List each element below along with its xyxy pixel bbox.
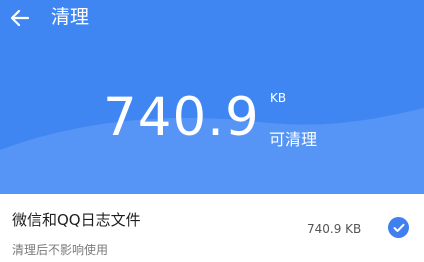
list-item-title: 微信和QQ日志文件 bbox=[12, 211, 141, 229]
page-title: 清理 bbox=[51, 6, 90, 28]
back-button[interactable] bbox=[6, 4, 34, 32]
list-item-size: 740.9 KB bbox=[307, 222, 362, 236]
list-item-subtitle: 清理后不影响使用 bbox=[12, 243, 109, 257]
cleanable-label: 可清理 bbox=[269, 130, 318, 149]
arrow-left-icon bbox=[10, 9, 30, 27]
check-circle-icon[interactable] bbox=[388, 217, 409, 238]
list-item-wechat-qq-logs[interactable]: 微信和QQ日志文件 清理后不影响使用 740.9 KB bbox=[0, 194, 424, 262]
header-panel: 清理 740.9 KB 可清理 bbox=[0, 0, 424, 194]
checkmark-icon bbox=[393, 223, 404, 232]
total-size-unit: KB bbox=[270, 91, 287, 105]
total-size-value: 740.9 bbox=[103, 87, 260, 148]
